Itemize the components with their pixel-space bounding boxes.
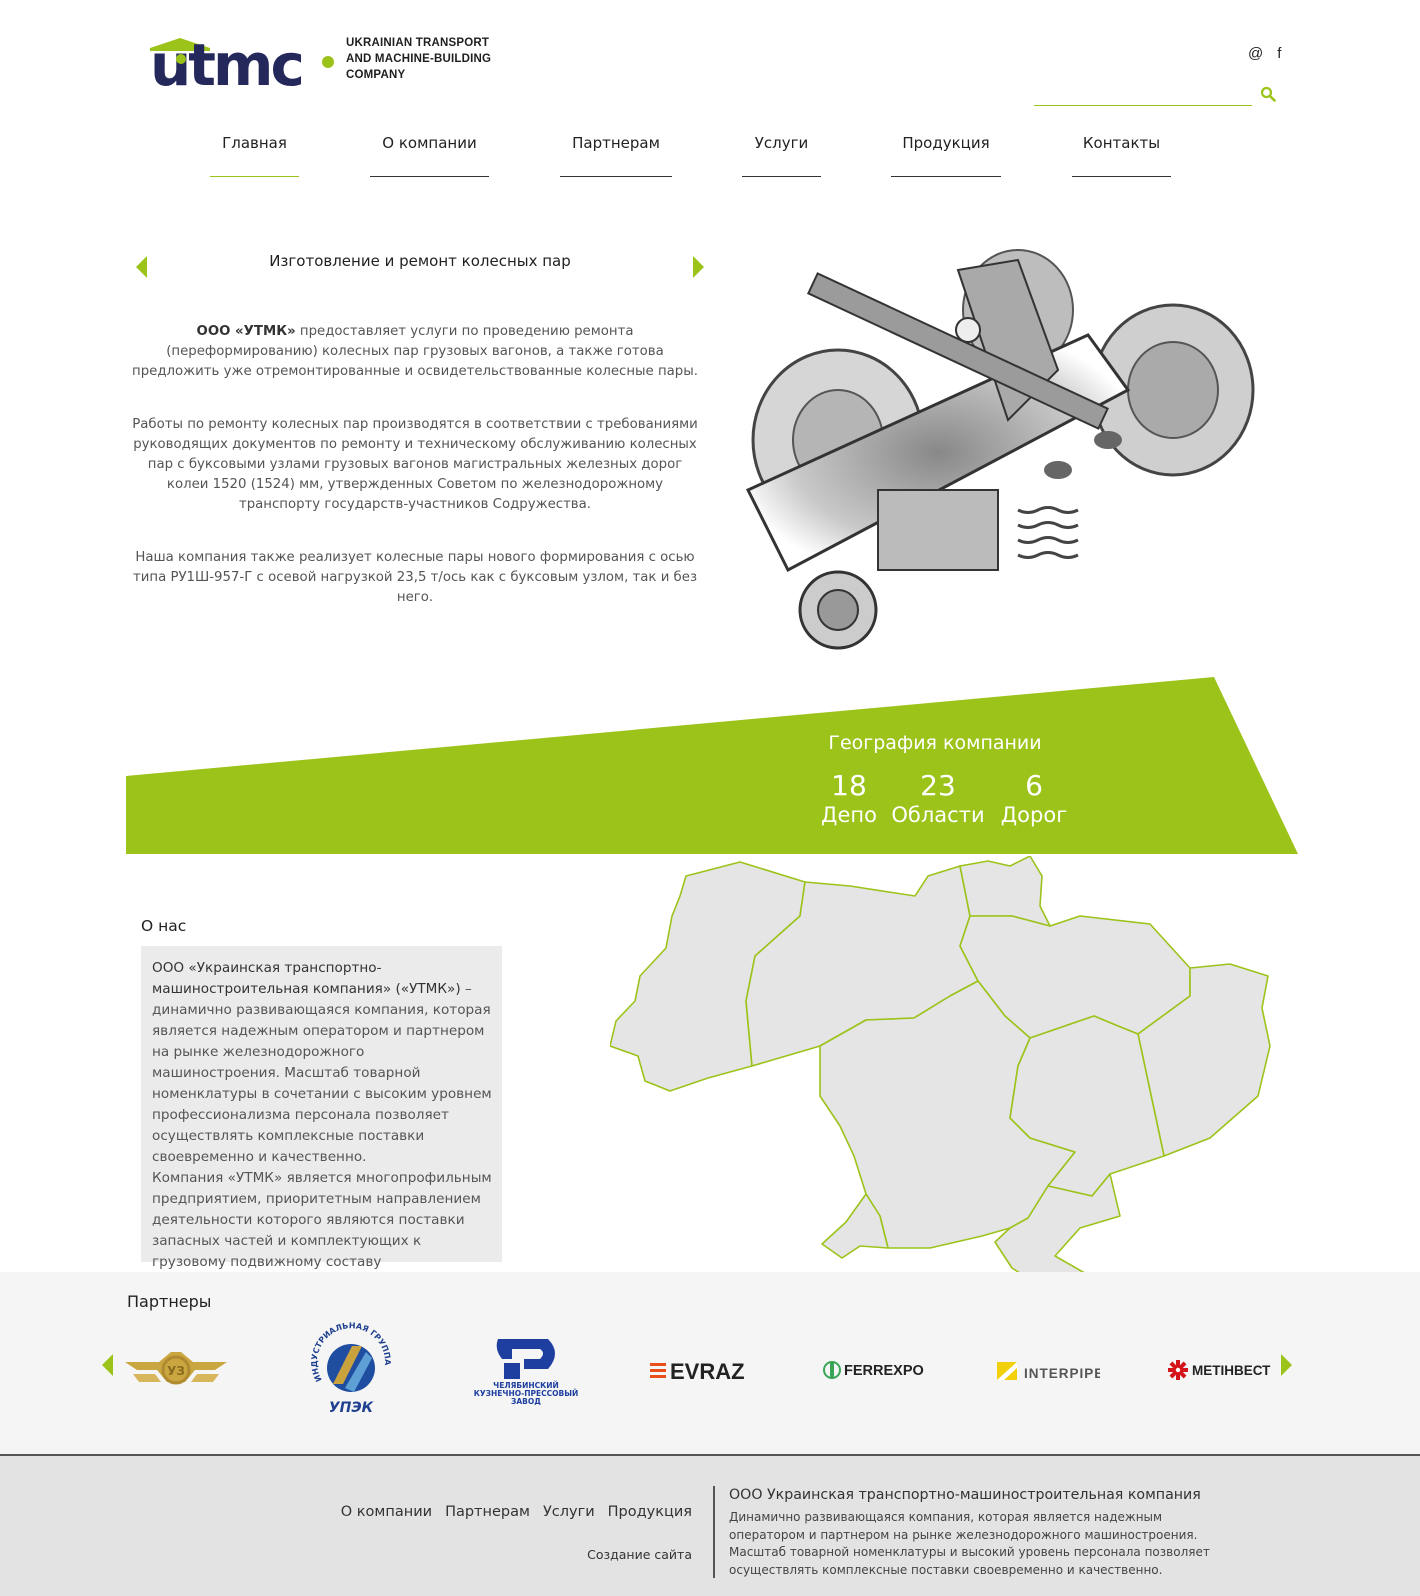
about-text-box: ООО «Украинская транспортно-машиностроит…: [141, 946, 502, 1270]
partner-logo-upek[interactable]: ИНДУСТРИАЛЬНАЯ ГРУППА УПЭК: [298, 1320, 402, 1420]
stat-label: Области: [891, 803, 985, 827]
about-title: О нас: [141, 917, 187, 935]
ukraine-map: [610, 856, 1271, 1302]
slide-title: Изготовление и ремонт колесных пар: [269, 252, 571, 270]
footer-nav: О компании Партнерам Услуги Продукция: [341, 1504, 692, 1520]
upek-logo-icon: ИНДУСТРИАЛЬНАЯ ГРУППА УПЭК: [310, 1322, 392, 1416]
partners-prev-icon[interactable]: [102, 1354, 113, 1376]
nav-underline: [1072, 176, 1171, 177]
page: utmc UKRAINIAN TRANSPORT AND MACHINE-BUI…: [0, 0, 1420, 1596]
partners-title: Партнеры: [127, 1292, 212, 1311]
nav-underline: [560, 176, 672, 177]
evraz-logo-icon: EVRAZ: [650, 1359, 745, 1382]
nav-label: Контакты: [1082, 134, 1161, 152]
footer-link-products[interactable]: Продукция: [608, 1504, 692, 1520]
partners-next-icon[interactable]: [1281, 1354, 1292, 1376]
metinvest-logo-icon: МЕТІНВЕСТ: [1168, 1360, 1271, 1380]
partner-logo-uz[interactable]: УЗ: [124, 1320, 228, 1420]
nav-item-contacts[interactable]: Контакты: [1072, 128, 1171, 178]
stat-value: 6: [1025, 769, 1043, 802]
slide-text: ООО «УТМК» предоставляет услуги по прове…: [130, 322, 700, 641]
stat-railways: 6 Дорог: [998, 770, 1070, 828]
nav-label: О компании: [382, 134, 477, 152]
stat-label: Депо: [821, 803, 877, 827]
nav-item-services[interactable]: Услуги: [742, 128, 821, 178]
stat-depots: 18 Депо: [816, 770, 882, 828]
svg-text:EVRAZ: EVRAZ: [670, 1359, 745, 1382]
company-name: ООО «УТМК»: [196, 324, 296, 339]
nav-underline: [370, 176, 489, 177]
uz-emblem-icon: УЗ: [125, 1352, 227, 1385]
nav-item-products[interactable]: Продукция: [891, 128, 1001, 178]
svg-text:МЕТІНВЕСТ: МЕТІНВЕСТ: [1192, 1363, 1271, 1378]
facebook-icon[interactable]: f: [1277, 45, 1281, 62]
company-logo[interactable]: utmc UKRAINIAN TRANSPORT AND MACHINE-BUI…: [150, 28, 491, 90]
nav-label: Продукция: [902, 134, 990, 152]
search-box: [1034, 80, 1276, 108]
about-text-2: Компания «УТМК» является многопрофильным…: [152, 1170, 492, 1270]
footer-company-name: ООО Украинская транспортно-машиностроите…: [729, 1487, 1201, 1503]
nav-underline: [891, 176, 1001, 177]
logo-caption: UKRAINIAN TRANSPORT AND MACHINE-BUILDING…: [346, 37, 492, 81]
chkpz-logo-icon: ЧЕЛЯБИНСКИЙ КУЗНЕЧНО-ПРЕССОВЫЙ ЗАВОД: [474, 1339, 578, 1405]
svg-text:FERREXPO: FERREXPO: [844, 1363, 924, 1379]
stat-value: 18: [831, 769, 867, 802]
partner-logo-metinvest[interactable]: МЕТІНВЕСТ: [1168, 1320, 1272, 1420]
partner-logo-evraz[interactable]: EVRAZ: [648, 1320, 752, 1420]
footer-credit-link[interactable]: Создание сайта: [587, 1547, 692, 1562]
utmc-logo-mark: utmc: [150, 31, 334, 90]
stat-regions: 23 Области: [890, 770, 986, 828]
about-text-1: – динамично развивающаяся компания, кото…: [152, 981, 492, 1165]
footer-link-partners[interactable]: Партнерам: [445, 1504, 530, 1520]
nav-item-about[interactable]: О компании: [370, 128, 489, 178]
nav-item-home[interactable]: Главная: [210, 128, 299, 178]
nav-underline-active: [210, 176, 299, 177]
search-icon[interactable]: [1260, 86, 1276, 102]
partner-logo-ferrexpo[interactable]: FERREXPO: [820, 1320, 930, 1420]
ferrexpo-logo-icon: FERREXPO: [823, 1361, 924, 1379]
search-input[interactable]: [1034, 80, 1252, 106]
nav-label: Партнерам: [572, 134, 660, 152]
slider-next-icon[interactable]: [693, 256, 704, 278]
svg-text:УЗ: УЗ: [167, 1364, 185, 1378]
geography-title: География компании: [828, 732, 1042, 754]
main-nav: Главная О компании Партнерам Услуги Прод…: [0, 128, 1420, 178]
partner-logo-chkpz[interactable]: ЧЕЛЯБИНСКИЙ КУЗНЕЧНО-ПРЕССОВЫЙ ЗАВОД: [472, 1320, 580, 1420]
geography-banner: [126, 677, 1298, 854]
nav-underline: [742, 176, 821, 177]
slide-paragraph-2: Работы по ремонту колесных пар производя…: [132, 417, 698, 512]
interpipe-logo-icon: INTERPIPE: [997, 1362, 1100, 1381]
svg-text:INTERPIPE: INTERPIPE: [1024, 1366, 1100, 1381]
slide-paragraph-1: ООО «УТМК» предоставляет услуги по прове…: [130, 322, 700, 382]
footer-link-about[interactable]: О компании: [341, 1504, 432, 1520]
nav-item-partners[interactable]: Партнерам: [560, 128, 672, 178]
nav-label: Главная: [222, 134, 287, 152]
slide-paragraph-3: Наша компания также реализует колесные п…: [132, 550, 698, 605]
footer-divider: [713, 1486, 715, 1578]
svg-text:УПЭК: УПЭК: [329, 1400, 374, 1416]
partner-logo-interpipe[interactable]: INTERPIPE: [996, 1320, 1100, 1420]
svg-text:utmc: utmc: [150, 31, 302, 90]
social-links: @ f: [1248, 45, 1281, 62]
partners-section: Партнеры УЗ ИНДУСТРИАЛЬНАЯ ГРУППА УПЭК Ч…: [0, 1272, 1420, 1454]
about-lead: ООО «Украинская транспортно-машиностроит…: [152, 960, 461, 997]
email-icon[interactable]: @: [1248, 45, 1263, 62]
nav-label: Услуги: [754, 134, 809, 152]
stat-value: 23: [920, 769, 956, 802]
footer-description: Динамично развивающаяся компания, котора…: [729, 1510, 1210, 1577]
footer-link-services[interactable]: Услуги: [543, 1504, 595, 1520]
stat-label: Дорог: [1000, 803, 1068, 827]
footer: О компании Партнерам Услуги Продукция Со…: [0, 1454, 1420, 1596]
wheelset-bogie-image: [745, 249, 1255, 650]
svg-text:ЗАВОД: ЗАВОД: [511, 1397, 541, 1405]
